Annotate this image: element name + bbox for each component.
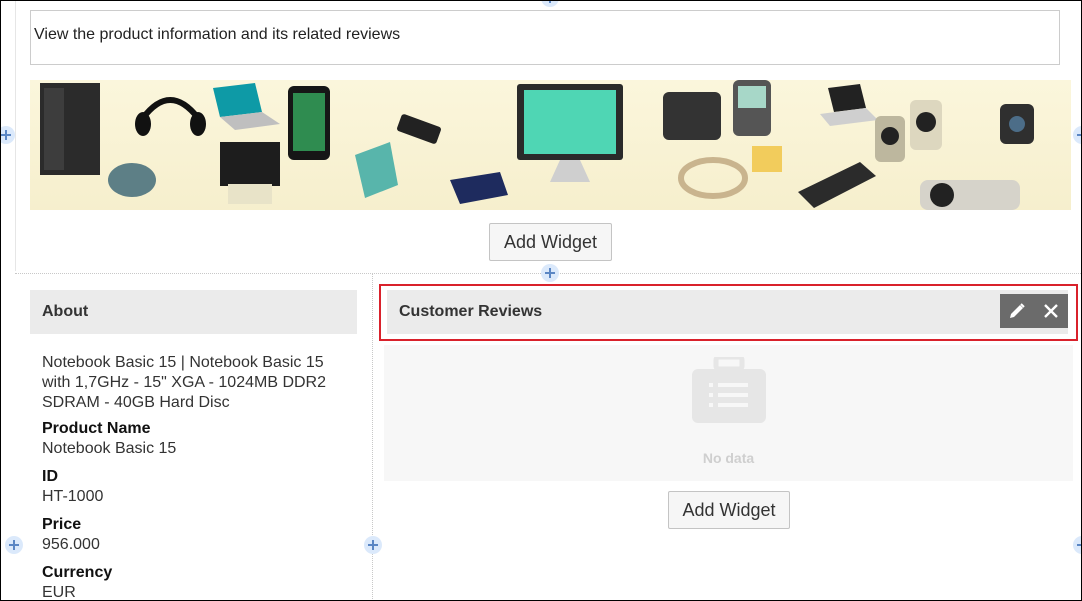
field-label-product-name: Product Name bbox=[42, 420, 151, 437]
about-panel-body: Notebook Basic 15 | Notebook Basic 15 wi… bbox=[42, 353, 352, 601]
field-value-currency: EUR bbox=[42, 584, 76, 601]
about-panel-header: About bbox=[30, 290, 357, 334]
add-widget-label: Add Widget bbox=[682, 499, 776, 520]
plus-icon[interactable] bbox=[364, 536, 382, 554]
selection-highlight bbox=[379, 284, 1078, 341]
plus-icon[interactable] bbox=[541, 1, 559, 7]
no-data-text: No data bbox=[702, 450, 755, 466]
add-widget-button[interactable]: Add Widget bbox=[668, 491, 790, 529]
plus-icon[interactable] bbox=[1, 126, 15, 144]
plus-icon[interactable] bbox=[1073, 536, 1081, 554]
add-widget-label: Add Widget bbox=[503, 231, 598, 252]
field-label-id: ID bbox=[42, 468, 58, 485]
field-label-price: Price bbox=[42, 516, 82, 533]
plus-icon[interactable] bbox=[5, 536, 23, 554]
field-value-id: HT-1000 bbox=[42, 488, 104, 505]
briefcase-list-icon bbox=[692, 357, 766, 423]
page-canvas: View the product information and its rel… bbox=[0, 0, 1082, 601]
electronics-illustration bbox=[40, 80, 1034, 210]
description-text-box[interactable]: View the product information and its rel… bbox=[30, 10, 1060, 65]
field-value-product-name: Notebook Basic 15 bbox=[42, 440, 177, 457]
field-label-currency: Currency bbox=[42, 564, 113, 581]
plus-icon[interactable] bbox=[1073, 126, 1081, 144]
reviews-empty-state: No data bbox=[384, 345, 1073, 481]
product-description: Notebook Basic 15 | Notebook Basic 15 wi… bbox=[42, 354, 327, 411]
about-title: About bbox=[42, 303, 89, 320]
add-widget-button[interactable]: Add Widget bbox=[489, 223, 612, 261]
divider bbox=[15, 1, 16, 271]
plus-icon[interactable] bbox=[541, 264, 559, 282]
description-text: View the product information and its rel… bbox=[34, 26, 401, 43]
field-value-price: 956.000 bbox=[42, 536, 100, 553]
banner-image bbox=[30, 80, 1071, 210]
